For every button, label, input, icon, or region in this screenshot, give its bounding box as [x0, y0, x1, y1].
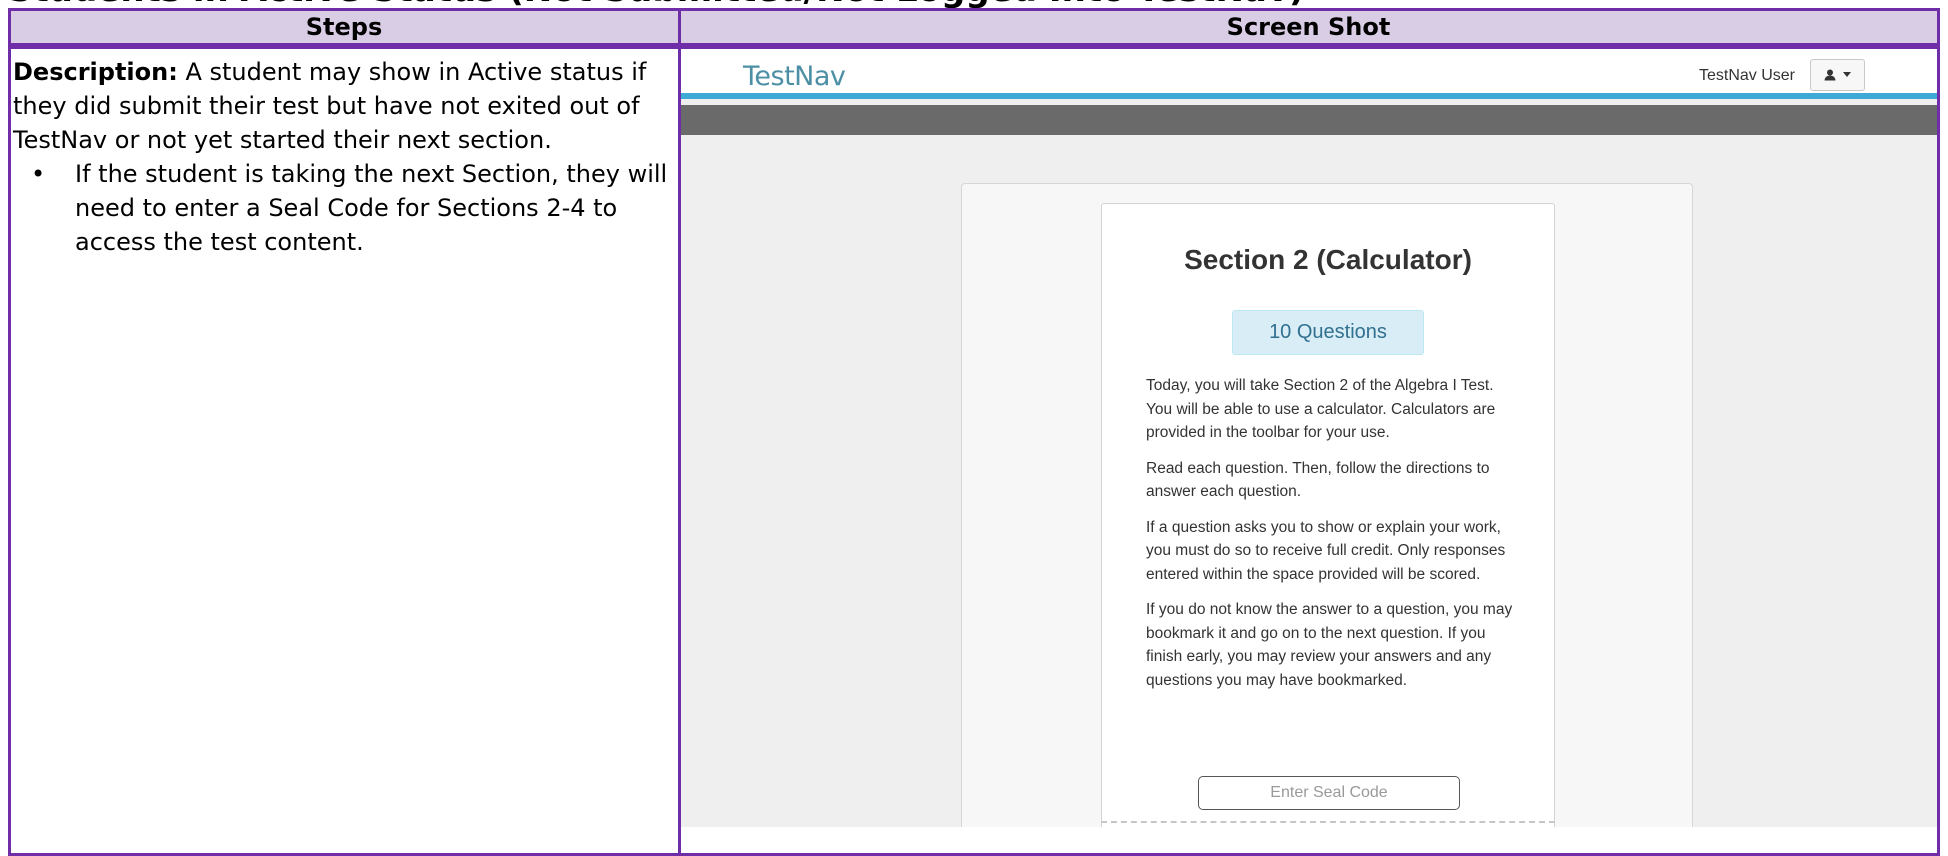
instruction-paragraph: Read each question. Then, follow the dir… — [1146, 459, 1490, 501]
description-label: Description: — [13, 58, 178, 86]
testnav-header: TestNav TestNav User — [681, 49, 1937, 99]
section-instructions: Today, you will take Section 2 of the Al… — [1146, 374, 1520, 704]
testnav-toolbar — [681, 105, 1937, 135]
list-item: • If the student is taking the next Sect… — [13, 157, 676, 259]
bullet-icon: • — [31, 160, 46, 188]
testnav-logo: TestNav — [743, 61, 846, 92]
user-icon — [1824, 69, 1836, 80]
section-title: Section 2 (Calculator) — [1184, 244, 1472, 275]
card-dashed-divider — [1101, 821, 1555, 823]
steps-column-header: Steps — [305, 13, 383, 41]
seal-code-input[interactable] — [1198, 776, 1460, 810]
caret-down-icon — [1842, 71, 1851, 77]
steps-cell: Description: A student may show in Activ… — [11, 49, 678, 259]
instruction-paragraph: If a question asks you to show or explai… — [1146, 518, 1506, 583]
section-card: Section 2 (Calculator) 10 Questions Toda… — [1101, 203, 1555, 827]
user-name: TestNav User — [1698, 67, 1795, 84]
description-paragraph: Description: A student may show in Activ… — [13, 55, 676, 157]
bullet-list: • If the student is taking the next Sect… — [13, 157, 676, 259]
user-menu-button[interactable] — [1810, 59, 1865, 91]
questions-badge: 10 Questions — [1232, 310, 1424, 355]
instruction-paragraph: If you do not know the answer to a quest… — [1146, 601, 1513, 689]
screenshot-cell: TestNav TestNav User Section 2 (Calculat… — [681, 49, 1937, 827]
screenshot-column-header: Screen Shot — [1226, 13, 1391, 41]
bullet-text: If the student is taking the next Sectio… — [75, 160, 668, 256]
steps-table: Steps Screen Shot Description: A student… — [8, 8, 1940, 856]
instruction-paragraph: Today, you will take Section 2 of the Al… — [1146, 377, 1496, 441]
table-header-row: Steps Screen Shot — [11, 11, 1937, 49]
